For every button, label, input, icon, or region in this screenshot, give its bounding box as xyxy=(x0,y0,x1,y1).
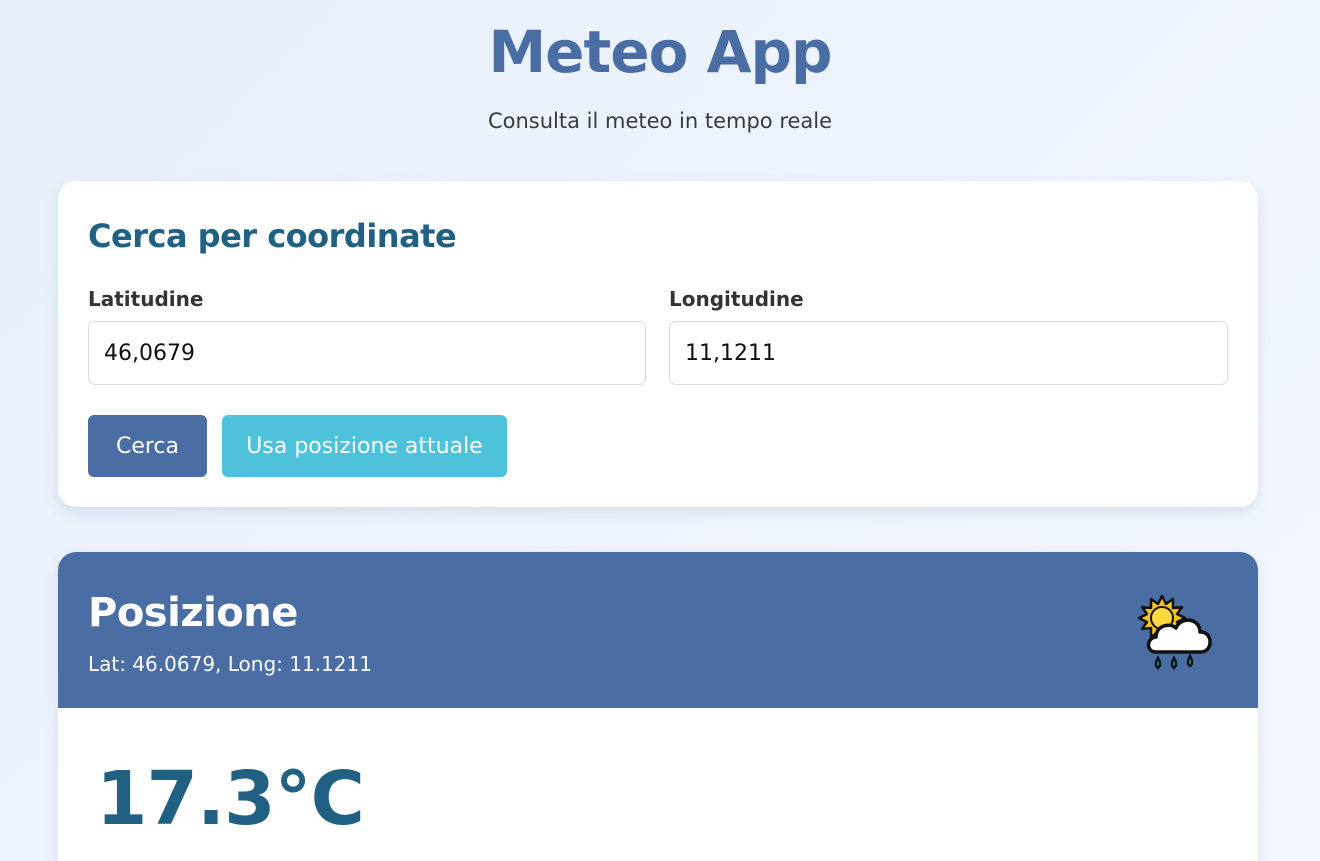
sun-behind-rain-cloud-icon xyxy=(1137,594,1212,670)
longitude-input[interactable] xyxy=(669,321,1228,385)
longitude-label: Longitudine xyxy=(669,287,804,311)
search-button[interactable]: Cerca xyxy=(88,415,207,477)
latitude-label: Latitudine xyxy=(88,287,204,311)
app-title: Meteo App xyxy=(488,18,832,86)
location-name: Posizione xyxy=(88,590,298,636)
app-subtitle: Consulta il meteo in tempo reale xyxy=(487,109,833,133)
latitude-input[interactable] xyxy=(88,321,646,385)
search-title: Cerca per coordinate xyxy=(88,217,457,255)
search-card: Cerca per coordinate Latitudine Longitud… xyxy=(58,181,1258,507)
weather-card: Posizione Lat: 46.0679, Long: 11.1211 17… xyxy=(58,552,1258,861)
use-current-location-button[interactable]: Usa posizione attuale xyxy=(222,415,507,477)
temperature-value: 17.3°C xyxy=(96,756,365,842)
location-coords: Lat: 46.0679, Long: 11.1211 xyxy=(88,652,372,676)
weather-header: Posizione Lat: 46.0679, Long: 11.1211 xyxy=(58,552,1258,708)
